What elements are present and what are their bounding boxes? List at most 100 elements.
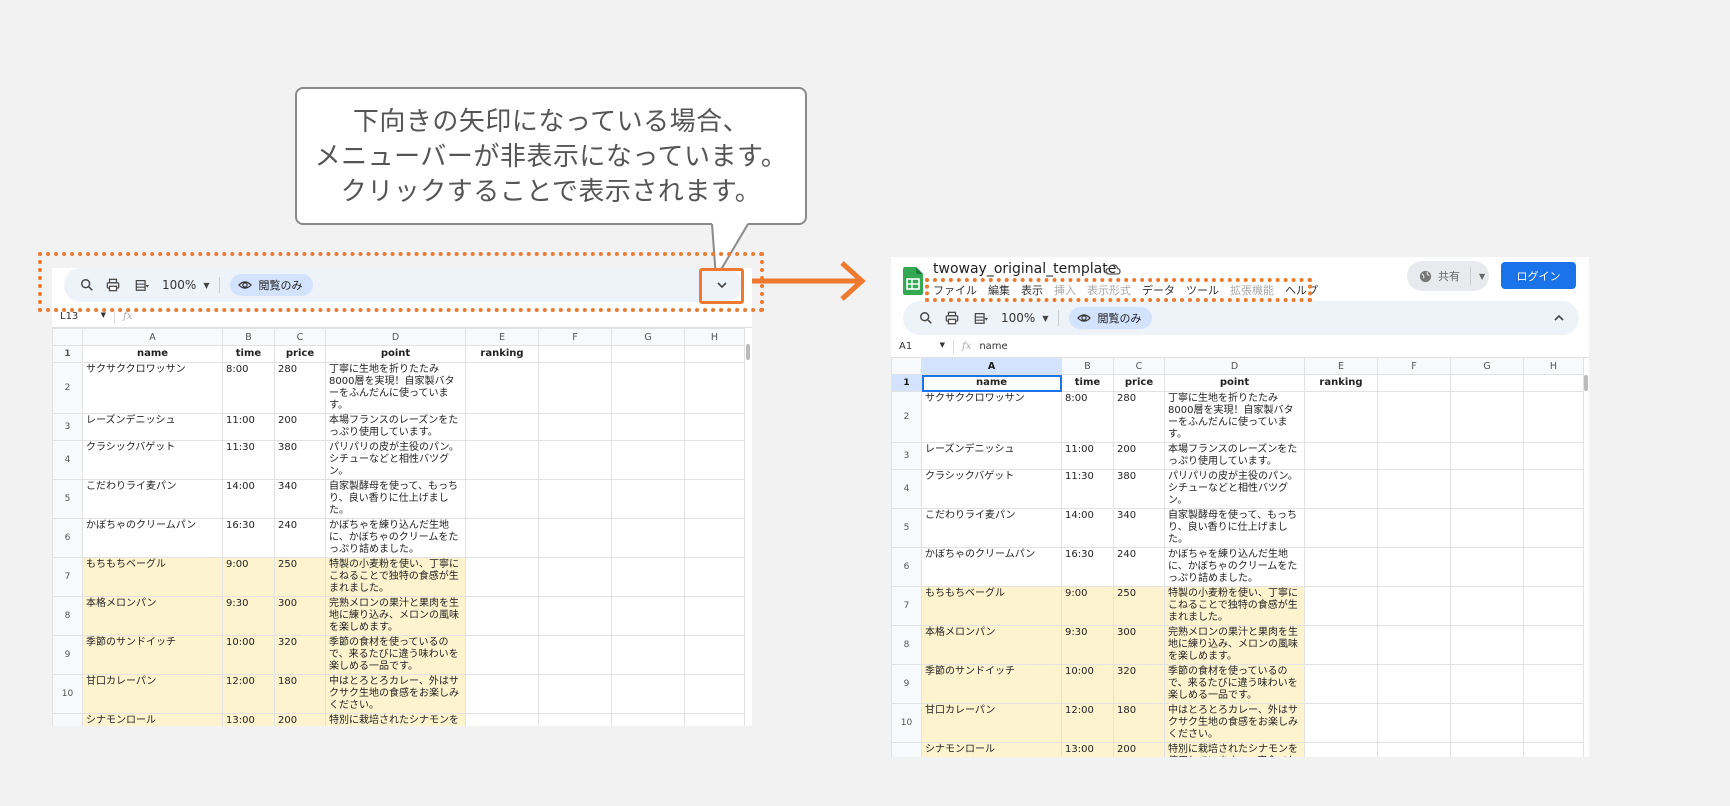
cell-point[interactable]: 自家製酵母を使って、もっちり、良い香りに仕上げました。 [1164, 508, 1305, 548]
cell-price[interactable]: 180 [274, 674, 326, 714]
cell-name[interactable]: かぼちゃのクリームパン [921, 547, 1062, 587]
cell-point[interactable]: 完熟メロンの果汁と果肉を生地に練り込み、メロンの風味を楽しめます。 [1164, 625, 1305, 665]
empty-cell[interactable] [1304, 442, 1378, 470]
column-header[interactable]: F [538, 328, 612, 346]
empty-cell[interactable] [1523, 742, 1584, 757]
empty-cell[interactable] [684, 479, 745, 519]
header-cell[interactable]: time [1061, 374, 1114, 392]
cell-time[interactable]: 11:30 [1061, 469, 1114, 509]
row-number[interactable]: 6 [52, 518, 83, 558]
empty-cell[interactable] [465, 440, 539, 480]
cell-name[interactable]: クラシックバゲット [921, 469, 1062, 509]
header-cell[interactable]: point [325, 345, 466, 363]
empty-cell[interactable] [684, 596, 745, 636]
format-menu-icon[interactable] [965, 305, 997, 331]
empty-cell[interactable] [611, 635, 685, 675]
column-header[interactable]: A [921, 357, 1062, 375]
row-number[interactable]: 3 [891, 442, 922, 470]
empty-cell[interactable] [684, 713, 745, 726]
empty-cell[interactable] [611, 440, 685, 480]
empty-cell[interactable] [1450, 742, 1524, 757]
cell-price[interactable]: 200 [1113, 742, 1165, 757]
column-header[interactable]: H [684, 328, 745, 346]
empty-cell[interactable] [538, 557, 612, 597]
header-cell[interactable]: name [921, 374, 1062, 392]
cell-price[interactable]: 300 [1113, 625, 1165, 665]
cell-point[interactable]: 特別に栽培されたシナモンを使用しています。一度食べたら忘れられない味をぜひ。 [1164, 742, 1305, 757]
empty-cell[interactable] [1304, 742, 1378, 757]
cell-price[interactable]: 340 [1113, 508, 1165, 548]
cell-point[interactable]: 本場フランスのレーズンをたっぷり使用しています。 [1164, 442, 1305, 470]
empty-cell[interactable] [1450, 625, 1524, 665]
empty-cell[interactable] [1377, 469, 1451, 509]
cell-name[interactable]: 本格メロンパン [921, 625, 1062, 665]
cell-name[interactable]: こだわりライ麦パン [82, 479, 223, 519]
cell-name[interactable]: もちもちベーグル [921, 586, 1062, 626]
row-number[interactable]: 5 [52, 479, 83, 519]
cell-price[interactable]: 180 [1113, 703, 1165, 743]
cell-price[interactable]: 280 [1113, 391, 1165, 443]
cell-time[interactable]: 12:00 [222, 674, 275, 714]
cell-time[interactable]: 10:00 [222, 635, 275, 675]
empty-cell[interactable] [1304, 508, 1378, 548]
row-number[interactable]: 7 [891, 586, 922, 626]
print-icon[interactable] [939, 305, 965, 331]
empty-cell[interactable] [611, 362, 685, 414]
cell-time[interactable]: 13:00 [1061, 742, 1114, 757]
cell-point[interactable]: 季節の食材を使っているので、来るたびに違う味わいを楽しめる一品です。 [1164, 664, 1305, 704]
sheets-logo-icon[interactable] [903, 267, 923, 295]
empty-cell[interactable] [1523, 586, 1584, 626]
header-cell[interactable] [538, 345, 612, 363]
column-header[interactable]: B [1061, 357, 1114, 375]
empty-cell[interactable] [538, 479, 612, 519]
cell-time[interactable]: 12:00 [1061, 703, 1114, 743]
empty-cell[interactable] [465, 518, 539, 558]
cell-name[interactable]: シナモンロール [82, 713, 223, 726]
empty-cell[interactable] [611, 596, 685, 636]
empty-cell[interactable] [538, 713, 612, 726]
header-cell[interactable]: time [222, 345, 275, 363]
row-number[interactable]: 2 [891, 391, 922, 443]
column-header[interactable]: G [611, 328, 685, 346]
empty-cell[interactable] [1450, 664, 1524, 704]
header-cell[interactable] [1450, 374, 1524, 392]
header-cell[interactable]: ranking [465, 345, 539, 363]
empty-cell[interactable] [538, 440, 612, 480]
column-header[interactable]: C [274, 328, 326, 346]
select-all-corner[interactable] [891, 357, 922, 375]
row-number[interactable]: 11 [52, 713, 83, 726]
empty-cell[interactable] [465, 674, 539, 714]
cell-time[interactable]: 16:30 [222, 518, 275, 558]
cell-time[interactable]: 13:00 [222, 713, 275, 726]
cell-point[interactable]: かぼちゃを練り込んだ生地に、かぼちゃのクリームをたっぷり詰めました。 [1164, 547, 1305, 587]
empty-cell[interactable] [684, 518, 745, 558]
cell-point[interactable]: 丁寧に生地を折りたたみ8000層を実現！自家製バターをふんだんに使っています。 [325, 362, 466, 414]
empty-cell[interactable] [538, 596, 612, 636]
cell-time[interactable]: 8:00 [222, 362, 275, 414]
cell-time[interactable]: 11:00 [1061, 442, 1114, 470]
vertical-scrollbar[interactable] [746, 344, 750, 360]
empty-cell[interactable] [1523, 703, 1584, 743]
empty-cell[interactable] [465, 713, 539, 726]
empty-cell[interactable] [538, 362, 612, 414]
empty-cell[interactable] [1377, 547, 1451, 587]
row-number[interactable]: 3 [52, 413, 83, 441]
cell-price[interactable]: 200 [1113, 442, 1165, 470]
empty-cell[interactable] [1304, 664, 1378, 704]
header-cell[interactable] [1377, 374, 1451, 392]
cell-name[interactable]: レーズンデニッシュ [921, 442, 1062, 470]
name-box[interactable]: A1 ▼ [891, 341, 953, 352]
cell-time[interactable]: 9:30 [222, 596, 275, 636]
column-header[interactable]: C [1113, 357, 1165, 375]
cell-name[interactable]: レーズンデニッシュ [82, 413, 223, 441]
cell-time[interactable]: 9:00 [222, 557, 275, 597]
vertical-scrollbar[interactable] [1584, 375, 1588, 391]
header-cell[interactable]: price [274, 345, 326, 363]
row-number[interactable]: 4 [52, 440, 83, 480]
hide-menu-button[interactable] [1547, 306, 1571, 330]
empty-cell[interactable] [1523, 391, 1584, 443]
column-header[interactable]: H [1523, 357, 1584, 375]
empty-cell[interactable] [1450, 391, 1524, 443]
empty-cell[interactable] [1450, 586, 1524, 626]
empty-cell[interactable] [538, 518, 612, 558]
